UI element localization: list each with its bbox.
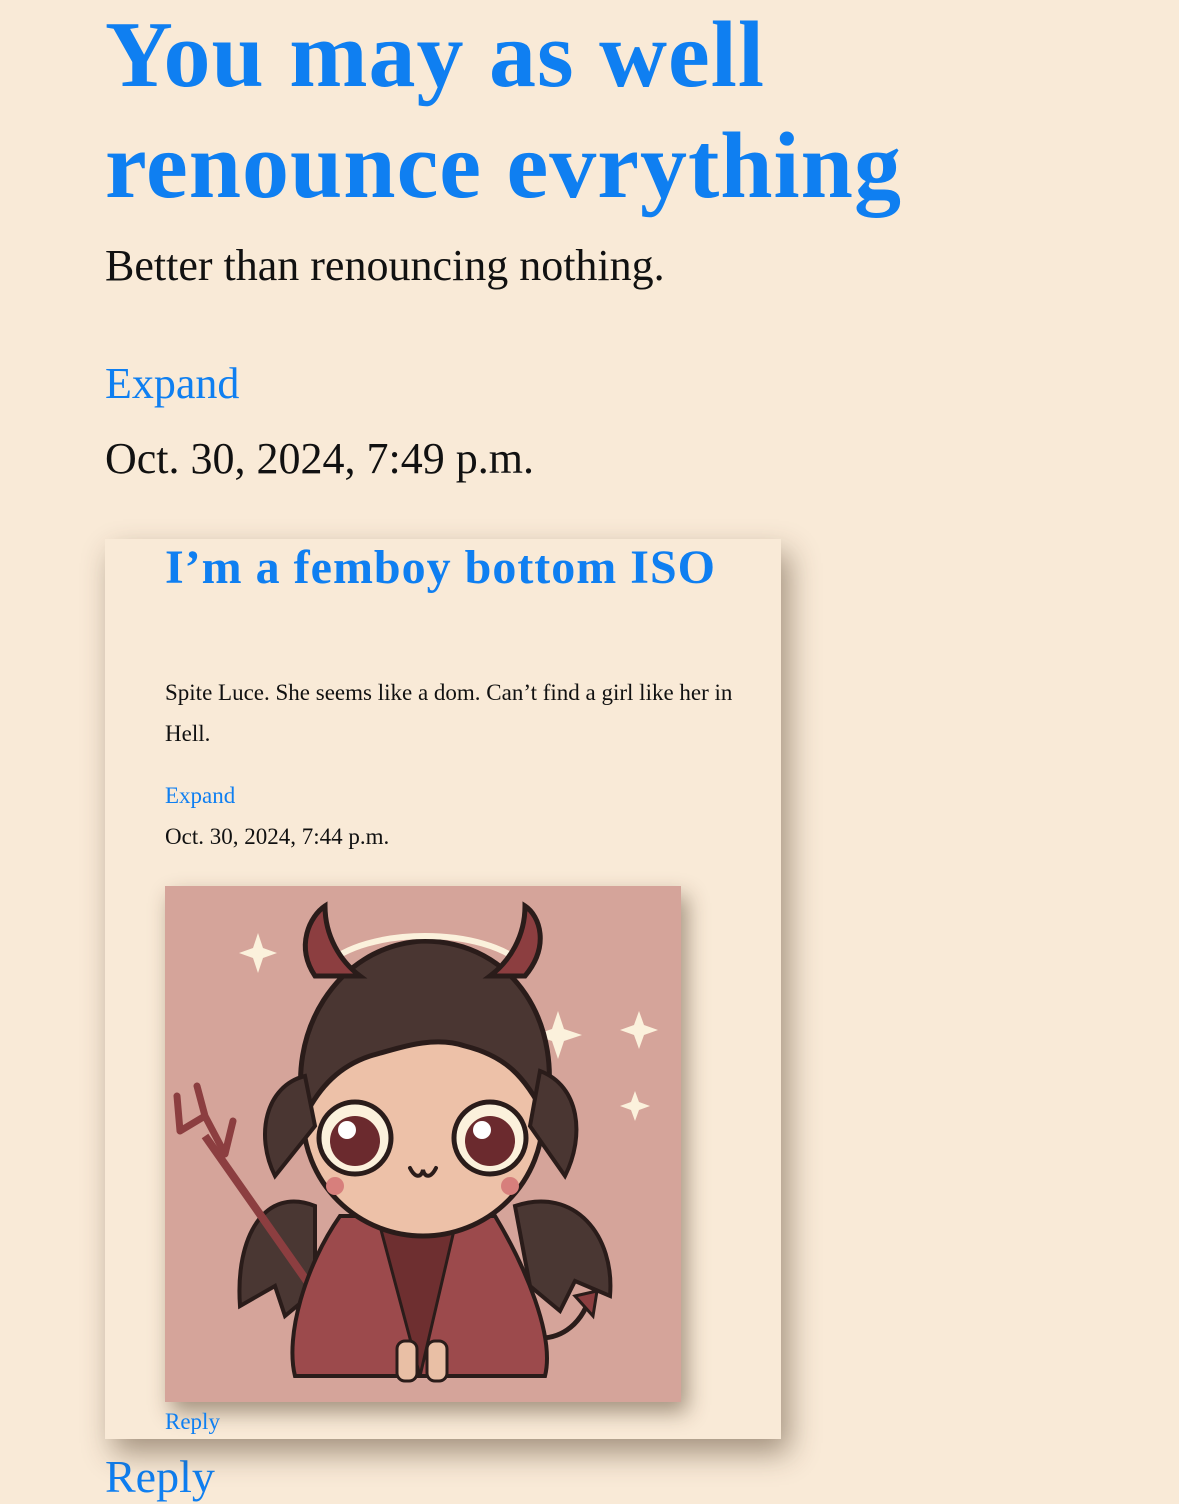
quoted-post-card: I’m a femboy bottom ISO Spite Luce. She …: [105, 539, 781, 1439]
chibi-devil-illustration: [165, 886, 681, 1402]
post-title[interactable]: You may as well renounce evrything: [105, 0, 1005, 222]
post-date: Oct. 30, 2024, 7:49 p.m.: [105, 434, 534, 483]
reply-link[interactable]: Reply: [105, 1450, 215, 1503]
quoted-post-body: Spite Luce. She seems like a dom. Can’t …: [165, 680, 733, 746]
quoted-post-title[interactable]: I’m a femboy bottom ISO: [165, 539, 725, 597]
quoted-expand-link[interactable]: Expand: [165, 783, 235, 809]
quoted-post-date: Oct. 30, 2024, 7:44 p.m.: [165, 824, 390, 849]
expand-link[interactable]: Expand: [105, 358, 239, 409]
quoted-reply-link[interactable]: Reply: [165, 1409, 220, 1435]
chibi-devil-icon: [165, 886, 681, 1402]
quoted-post-content: I’m a femboy bottom ISO Spite Luce. She …: [165, 539, 765, 1434]
post: You may as well renounce evrything Bette…: [105, 0, 1105, 1502]
post-subtitle: Better than renouncing nothing.: [105, 241, 665, 290]
